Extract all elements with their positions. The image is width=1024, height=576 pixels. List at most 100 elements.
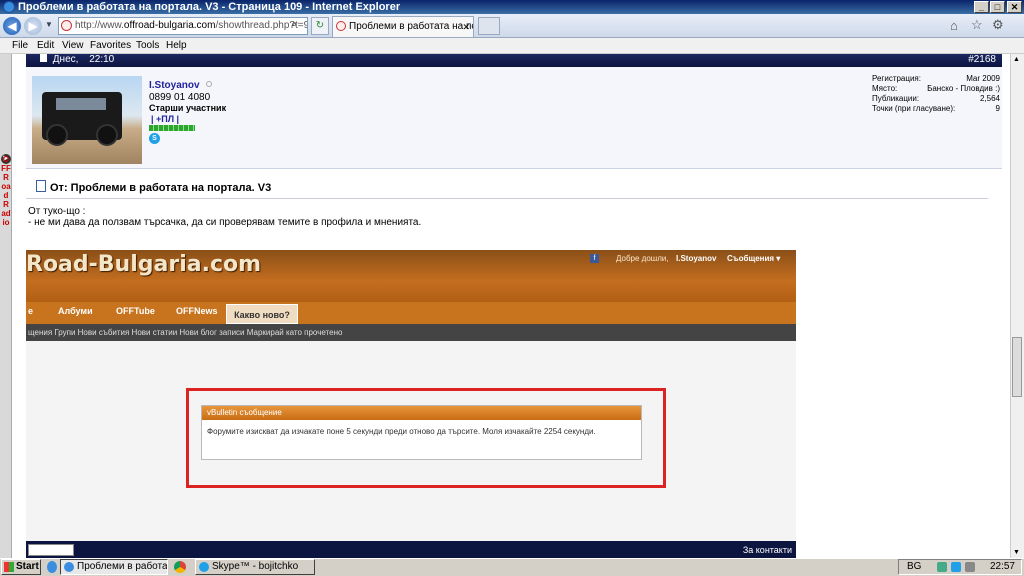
stat-value: 9 [995,104,1000,113]
maximize-button[interactable]: □ [990,1,1005,13]
url-domain: offroad-bulgaria.com [123,20,216,31]
shot-subnav: щения Групи Нови събития Нови статии Нов… [26,324,796,341]
stat-label: Регистрация: [872,74,921,83]
vertical-scrollbar[interactable]: ▲ ▼ [1010,54,1024,558]
vbulletin-dialog-text: Форумите изискват да изчакате поне 5 сек… [207,427,596,436]
shot-user: I.Stoyanov [676,254,717,263]
windows-logo-icon [4,562,14,572]
post-time: 22:10 [89,54,115,65]
minimize-button[interactable]: _ [974,1,989,13]
menu-tools[interactable]: Tools [136,40,159,51]
shot-nav-item: e [28,306,34,316]
tray-icon[interactable] [937,562,947,572]
search-icon[interactable]: ⌕ [285,17,303,35]
shot-nav-active: Какво ново? [226,304,298,324]
back-icon[interactable]: ◀ [3,17,21,35]
new-tab-button[interactable] [478,17,500,35]
tray-network-icon[interactable] [965,562,975,572]
post-number[interactable]: #2168 [968,54,996,66]
site-favicon-icon [61,20,72,31]
address-bar[interactable]: http://www.offroad-bulgaria.com/showthre… [58,17,308,35]
history-dropdown-icon[interactable]: ▼ [45,20,53,29]
post-body-line1: От туко-що : [28,206,86,217]
favorites-star-icon[interactable]: ☆ [971,17,983,33]
user-badge: | +ПЛ | [151,114,180,124]
stat-value: Mar 2009 [966,74,1000,83]
clock: 22:57 [989,561,1015,572]
taskbar-item-label: Проблеми в работат... [77,561,168,572]
page-content: Днес, 22:10 #2168 I.Stoyanov 0899 01 408… [12,54,1010,558]
scroll-up-icon[interactable]: ▲ [1013,56,1020,63]
post-date: Днес, [52,54,79,65]
avatar-jeep-image [42,92,122,146]
user-stats: Регистрация: Mar 2009 Място: Банско - Плов… [872,74,1000,114]
post-divider [26,198,988,199]
home-icon[interactable]: ⌂ [950,18,958,33]
shot-nav-item: OFFTube [116,306,155,316]
style-select[interactable] [28,544,74,556]
menu-bar: File Edit View Favorites Tools Help [0,38,1024,54]
radio-sidebar: ▶ [0,54,12,558]
ie-icon [3,1,15,13]
forward-icon[interactable]: ▶ [24,17,42,35]
tab-favicon-icon [336,21,346,31]
vbulletin-dialog: vBulletin съобщение Форумите изискват да… [201,405,642,460]
post-icon [40,54,47,62]
shot-nav-item: Албуми [58,306,93,316]
scroll-down-icon[interactable]: ▼ [1013,549,1020,556]
shot-nav-item: OFFNews [176,306,218,316]
chrome-icon[interactable] [174,561,186,573]
avatar-wheel [46,124,68,146]
post-title: От: Проблеми в работата на портала. V3 [50,182,272,194]
radio-sidebar-label[interactable]: OFFRoadRadio [1,155,11,227]
stat-label: Място: [872,84,898,93]
system-tray: BG 22:57 [898,559,1022,575]
stat-value: 2,564 [979,94,1000,103]
avatar-window [56,98,106,110]
username-link[interactable]: I.Stoyanov [149,80,200,91]
skype-icon[interactable]: S [149,133,160,144]
post-title-icon [36,180,46,192]
contacts-link[interactable]: За контакти [743,545,792,555]
ie-quicklaunch-icon[interactable] [47,561,57,573]
shot-header: Road-Bulgaria.com f Добре дошли, I.Stoya… [26,250,796,302]
online-status-icon [206,81,212,87]
reputation-bar [149,125,195,131]
menu-favorites[interactable]: Favorites [90,40,131,51]
shot-logo: Road-Bulgaria.com [26,252,262,277]
skype-icon [199,562,209,572]
window-title: Проблеми в работата на портала. V3 - Стр… [18,1,401,13]
refresh-icon[interactable]: ↻ [311,17,329,35]
tab-close-icon[interactable]: ✕ [462,17,470,37]
user-phone: 0899 01 4080 [149,92,211,103]
footer-bar: За контакти [26,541,796,558]
stat-label: Публикации: [872,94,920,103]
window-title-bar: Проблеми в работата на портала. V3 - Стр… [0,0,1024,14]
menu-edit[interactable]: Edit [37,40,54,51]
taskbar-item-label: Skype™ - bojitchko [212,561,299,572]
facebook-icon: f [590,254,599,263]
user-info-panel: I.Stoyanov 0899 01 4080 Старши участник … [26,67,1002,169]
start-label: Start [16,561,39,572]
user-rank: Старши участник [149,103,227,113]
taskbar-item-browser[interactable]: Проблеми в работат... [60,559,168,575]
language-indicator[interactable]: BG [907,560,921,574]
menu-file[interactable]: File [12,40,28,51]
tray-skype-icon[interactable] [951,562,961,572]
url-prefix: http://www. [75,20,124,31]
tools-gear-icon[interactable]: ⚙ [992,17,1004,33]
ie-icon [64,562,74,572]
post-body-line2: - не ми дава да ползвам търсачка, да си … [28,217,422,228]
taskbar-item-skype[interactable]: Skype™ - bojitchko [195,559,315,575]
start-button[interactable]: Start [1,559,41,575]
scrollbar-thumb[interactable] [1012,337,1022,397]
menu-view[interactable]: View [62,40,84,51]
tab-label: Проблеми в работата на по... [349,21,474,32]
stat-value: Банско - Пловдив :) [927,84,1000,93]
tab-active[interactable]: Проблеми в работата на по... ✕ [332,16,474,37]
shot-welcome: Добре дошли, [616,254,669,263]
vbulletin-dialog-title: vBulletin съобщение [202,406,641,420]
shot-nav: e Албуми OFFTube OFFNews [26,302,796,324]
menu-help[interactable]: Help [166,40,187,51]
close-button[interactable]: ✕ [1007,1,1022,13]
